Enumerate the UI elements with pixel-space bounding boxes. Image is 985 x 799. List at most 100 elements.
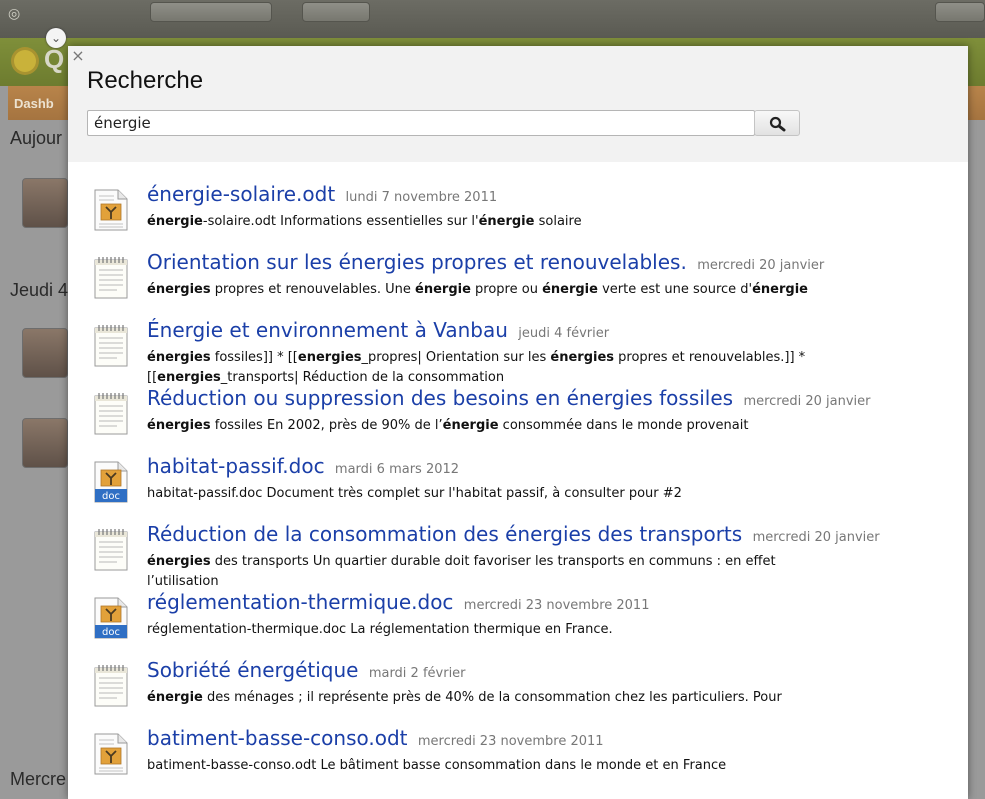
highlight-term: énergies — [147, 282, 211, 297]
snippet-text: propres et renouvelables. Une — [210, 282, 416, 297]
result-date: mercredi 20 janvier — [697, 258, 825, 273]
highlight-term: énergie — [415, 282, 471, 297]
result-date: mardi 2 février — [368, 666, 466, 681]
wiki-page-icon — [92, 392, 130, 436]
highlight-term: énergie — [478, 214, 535, 229]
highlight-term: énergies — [550, 350, 615, 365]
result-title[interactable]: réglementation-thermique.doc — [147, 590, 453, 614]
avatar — [22, 328, 68, 378]
highlight-term: énergie — [147, 690, 203, 705]
result-snippet: énergie-solaire.odt Informations essenti… — [147, 212, 847, 232]
result-title-link[interactable]: Sobriété énergétique mardi 2 février — [147, 658, 466, 682]
close-icon[interactable]: × — [70, 48, 86, 64]
search-result[interactable]: énergie-solaire.odt lundi 7 novembre 201… — [68, 172, 968, 240]
search-result[interactable]: Réduction ou suppression des besoins en … — [68, 376, 968, 444]
snippet-text: batiment-basse-conso.odt Le bâtiment bas… — [147, 758, 727, 773]
snippet-text: fossiles En 2002, près de 90% de l’ — [210, 418, 443, 433]
snippet-text: des ménages ; il représente près de 40% … — [202, 690, 782, 705]
snippet-text: réglementation-thermique.doc La réglemen… — [147, 622, 613, 637]
result-date: jeudi 4 février — [518, 326, 610, 341]
logo-sun-icon — [14, 50, 36, 72]
result-title[interactable]: batiment-basse-conso.odt — [147, 726, 408, 750]
result-title-link[interactable]: énergie-solaire.odt lundi 7 novembre 201… — [147, 182, 497, 206]
result-snippet: énergies fossiles En 2002, près de 90% d… — [147, 416, 847, 436]
highlight-term: énergie — [147, 214, 203, 229]
result-title[interactable]: Énergie et environnement à Vanbau — [147, 318, 508, 342]
snippet-text: _propres| Orientation sur les — [361, 350, 551, 365]
odt-file-icon — [92, 732, 130, 776]
result-title[interactable]: Sobriété énergétique — [147, 658, 358, 682]
wiki-page-icon — [92, 528, 130, 572]
result-title-link[interactable]: batiment-basse-conso.odt mercredi 23 nov… — [147, 726, 604, 750]
wiki-page-icon — [92, 664, 130, 708]
result-title-link[interactable]: Réduction de la consommation des énergie… — [147, 522, 880, 546]
top-bar-button — [302, 2, 370, 22]
results-list: énergie-solaire.odt lundi 7 novembre 201… — [68, 172, 968, 784]
snippet-text: verte est une source d' — [597, 282, 753, 297]
app-menu-icon: ◎ — [8, 6, 21, 22]
highlight-term: énergies — [147, 418, 211, 433]
search-result[interactable]: Énergie et environnement à Vanbau jeudi … — [68, 308, 968, 385]
dialog-header: Recherche — [68, 46, 968, 162]
wiki-page-icon — [92, 256, 130, 300]
result-date: mercredi 20 janvier — [752, 530, 880, 545]
result-date: lundi 7 novembre 2011 — [345, 190, 498, 205]
search-result[interactable]: Sobriété énergétique mardi 2 février éner… — [68, 648, 968, 716]
result-title[interactable]: Orientation sur les énergies propres et … — [147, 250, 687, 274]
highlight-term: energies — [297, 350, 362, 365]
result-title[interactable]: Réduction de la consommation des énergie… — [147, 522, 742, 546]
avatar — [22, 178, 68, 228]
result-snippet: batiment-basse-conso.odt Le bâtiment bas… — [147, 756, 847, 776]
snippet-text: propre ou — [470, 282, 543, 297]
doc-file-icon: doc — [92, 460, 130, 504]
result-title[interactable]: énergie-solaire.odt — [147, 182, 335, 206]
day-heading: Jeudi 4 — [10, 280, 69, 300]
search-icon — [769, 116, 786, 132]
result-title[interactable]: Réduction ou suppression des besoins en … — [147, 386, 733, 410]
odt-file-icon — [92, 188, 130, 232]
avatar — [22, 418, 68, 468]
snippet-text: consommée dans le monde provenait — [498, 418, 749, 433]
highlight-term: énergie — [752, 282, 808, 297]
svg-text:doc: doc — [102, 491, 120, 502]
result-title-link[interactable]: Réduction ou suppression des besoins en … — [147, 386, 871, 410]
search-result[interactable]: Orientation sur les énergies propres et … — [68, 240, 968, 308]
result-date: mardi 6 mars 2012 — [334, 462, 460, 477]
search-button[interactable] — [754, 110, 800, 136]
collapse-icon: ⌄ — [46, 28, 66, 48]
search-result[interactable]: batiment-basse-conso.odt mercredi 23 nov… — [68, 716, 968, 784]
highlight-term: énergie — [442, 418, 499, 433]
day-heading: Mercre — [10, 769, 67, 789]
snippet-text: habitat-passif.doc Document très complet… — [147, 486, 682, 501]
snippet-text: fossiles]] * [[ — [210, 350, 298, 365]
search-input[interactable] — [87, 110, 755, 136]
result-snippet: énergie des ménages ; il représente près… — [147, 688, 847, 708]
search-result[interactable]: doc habitat-passif.doc mardi 6 mars 2012… — [68, 444, 968, 512]
highlight-term: énergies — [147, 554, 211, 569]
tab-dashboard: Dashb — [14, 96, 54, 111]
snippet-text: -solaire.odt Informations essentielles s… — [202, 214, 479, 229]
highlight-term: énergies — [147, 350, 211, 365]
result-date: mercredi 23 novembre 2011 — [463, 598, 650, 613]
doc-file-icon: doc — [92, 596, 130, 640]
day-heading: Aujour — [10, 128, 63, 148]
result-title-link[interactable]: réglementation-thermique.doc mercredi 23… — [147, 590, 649, 614]
result-title[interactable]: habitat-passif.doc — [147, 454, 325, 478]
snippet-text: solaire — [534, 214, 582, 229]
search-result[interactable]: Réduction de la consommation des énergie… — [68, 512, 968, 589]
top-bar-button — [150, 2, 272, 22]
wiki-page-icon — [92, 324, 130, 368]
search-dialog: Recherche énergie-solaire.odt lundi 7 no… — [68, 46, 968, 799]
result-date: mercredi 20 janvier — [743, 394, 871, 409]
result-title-link[interactable]: Orientation sur les énergies propres et … — [147, 250, 824, 274]
result-title-link[interactable]: habitat-passif.doc mardi 6 mars 2012 — [147, 454, 459, 478]
result-snippet: habitat-passif.doc Document très complet… — [147, 484, 847, 504]
highlight-term: énergie — [542, 282, 598, 297]
result-snippet: réglementation-thermique.doc La réglemen… — [147, 620, 847, 640]
search-result[interactable]: doc réglementation-thermique.doc mercred… — [68, 580, 968, 648]
logo-letter: Q — [44, 44, 65, 74]
result-date: mercredi 23 novembre 2011 — [417, 734, 604, 749]
dialog-title: Recherche — [87, 67, 204, 94]
result-title-link[interactable]: Énergie et environnement à Vanbau jeudi … — [147, 318, 609, 342]
svg-text:doc: doc — [102, 627, 120, 638]
